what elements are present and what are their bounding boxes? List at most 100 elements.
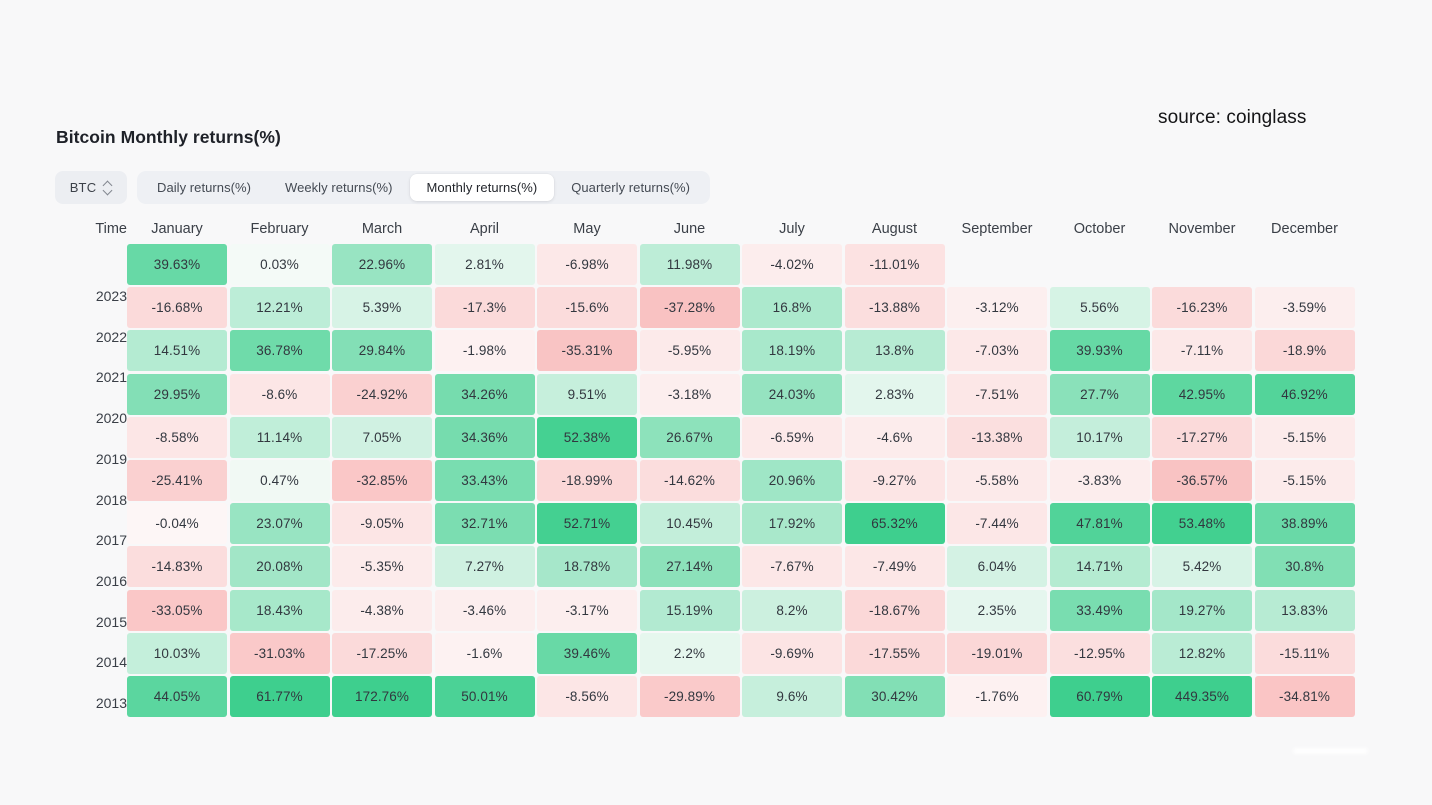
heatmap-cell[interactable]: 0.03%: [229, 244, 330, 285]
heatmap-cell[interactable]: -7.44%: [947, 503, 1047, 545]
heatmap-cell[interactable]: 36.78%: [229, 330, 330, 372]
heatmap-cell[interactable]: 18.43%: [229, 589, 330, 631]
heatmap-cell[interactable]: -25.41%: [127, 460, 227, 501]
heatmap-cell[interactable]: -5.58%: [947, 460, 1047, 501]
heatmap-cell[interactable]: -14.62%: [639, 460, 740, 501]
tab-weekly[interactable]: Weekly returns(%): [268, 174, 410, 201]
heatmap-cell[interactable]: [947, 244, 1047, 285]
heatmap-cell[interactable]: -8.58%: [127, 416, 227, 458]
heatmap-cell[interactable]: -3.12%: [947, 287, 1047, 329]
heatmap-cell[interactable]: 8.2%: [742, 589, 842, 631]
heatmap-cell[interactable]: 15.19%: [639, 589, 740, 631]
heatmap-cell[interactable]: 11.14%: [229, 416, 330, 458]
heatmap-cell[interactable]: 52.71%: [537, 503, 637, 545]
heatmap-cell[interactable]: -7.67%: [742, 546, 842, 588]
heatmap-cell[interactable]: 30.42%: [844, 676, 945, 717]
heatmap-cell[interactable]: -15.11%: [1254, 632, 1355, 674]
heatmap-cell[interactable]: 29.84%: [332, 330, 432, 372]
heatmap-cell[interactable]: 2.81%: [434, 244, 535, 285]
heatmap-cell[interactable]: 10.17%: [1049, 416, 1150, 458]
heatmap-cell[interactable]: 27.14%: [639, 546, 740, 588]
heatmap-cell[interactable]: -5.15%: [1254, 460, 1355, 501]
heatmap-cell[interactable]: -17.55%: [844, 632, 945, 674]
heatmap-cell[interactable]: -7.51%: [947, 373, 1047, 415]
heatmap-cell[interactable]: -16.23%: [1152, 287, 1252, 329]
heatmap-cell[interactable]: 46.92%: [1254, 373, 1355, 415]
heatmap-cell[interactable]: 33.49%: [1049, 589, 1150, 631]
heatmap-cell[interactable]: -5.95%: [639, 330, 740, 372]
heatmap-cell[interactable]: 14.51%: [127, 330, 227, 372]
heatmap-cell[interactable]: -0.04%: [127, 503, 227, 545]
heatmap-cell[interactable]: 18.19%: [742, 330, 842, 372]
heatmap-cell[interactable]: -13.38%: [947, 416, 1047, 458]
heatmap-cell[interactable]: 14.71%: [1049, 546, 1150, 588]
heatmap-cell[interactable]: 10.03%: [127, 632, 227, 674]
heatmap-cell[interactable]: -34.81%: [1254, 676, 1355, 717]
heatmap-cell[interactable]: -5.15%: [1254, 416, 1355, 458]
heatmap-cell[interactable]: 6.04%: [947, 546, 1047, 588]
heatmap-cell[interactable]: -6.98%: [537, 244, 637, 285]
heatmap-cell[interactable]: -18.67%: [844, 589, 945, 631]
heatmap-cell[interactable]: -9.27%: [844, 460, 945, 501]
heatmap-cell[interactable]: 172.76%: [332, 676, 432, 717]
heatmap-cell[interactable]: 0.47%: [229, 460, 330, 501]
heatmap-cell[interactable]: 13.8%: [844, 330, 945, 372]
heatmap-cell[interactable]: 17.92%: [742, 503, 842, 545]
heatmap-cell[interactable]: -33.05%: [127, 589, 227, 631]
heatmap-cell[interactable]: -18.99%: [537, 460, 637, 501]
heatmap-cell[interactable]: -3.83%: [1049, 460, 1150, 501]
heatmap-cell[interactable]: -1.6%: [434, 632, 535, 674]
tab-daily[interactable]: Daily returns(%): [140, 174, 268, 201]
heatmap-cell[interactable]: 26.67%: [639, 416, 740, 458]
heatmap-cell[interactable]: 11.98%: [639, 244, 740, 285]
heatmap-cell[interactable]: 60.79%: [1049, 676, 1150, 717]
heatmap-cell[interactable]: [1255, 244, 1355, 285]
heatmap-cell[interactable]: -19.01%: [947, 632, 1047, 674]
heatmap-cell[interactable]: -3.17%: [537, 589, 637, 631]
heatmap-cell[interactable]: 65.32%: [844, 503, 945, 545]
heatmap-cell[interactable]: -35.31%: [537, 330, 637, 372]
heatmap-cell[interactable]: -1.98%: [434, 330, 535, 372]
heatmap-cell[interactable]: -4.38%: [332, 589, 432, 631]
heatmap-cell[interactable]: -14.83%: [127, 546, 227, 588]
heatmap-cell[interactable]: 30.8%: [1254, 546, 1355, 588]
heatmap-cell[interactable]: -29.89%: [639, 676, 740, 717]
heatmap-cell[interactable]: 38.89%: [1254, 503, 1355, 545]
heatmap-cell[interactable]: -36.57%: [1152, 460, 1252, 501]
heatmap-cell[interactable]: [1152, 244, 1252, 285]
heatmap-cell[interactable]: 2.83%: [844, 373, 945, 415]
heatmap-cell[interactable]: -32.85%: [332, 460, 432, 501]
heatmap-cell[interactable]: 23.07%: [229, 503, 330, 545]
heatmap-cell[interactable]: 13.83%: [1254, 589, 1355, 631]
heatmap-cell[interactable]: -9.69%: [742, 632, 842, 674]
heatmap-cell[interactable]: 7.27%: [434, 546, 535, 588]
heatmap-cell[interactable]: 12.21%: [229, 287, 330, 329]
heatmap-cell[interactable]: -24.92%: [332, 373, 432, 415]
heatmap-cell[interactable]: -37.28%: [639, 287, 740, 329]
heatmap-cell[interactable]: 39.93%: [1049, 330, 1150, 372]
heatmap-cell[interactable]: 2.2%: [639, 632, 740, 674]
tab-quarterly[interactable]: Quarterly returns(%): [554, 174, 707, 201]
heatmap-cell[interactable]: -8.6%: [229, 373, 330, 415]
heatmap-cell[interactable]: 18.78%: [537, 546, 637, 588]
heatmap-cell[interactable]: -17.25%: [332, 632, 432, 674]
heatmap-cell[interactable]: 61.77%: [229, 676, 330, 717]
heatmap-cell[interactable]: 39.46%: [537, 632, 637, 674]
heatmap-cell[interactable]: -15.6%: [537, 287, 637, 329]
heatmap-cell[interactable]: 50.01%: [434, 676, 535, 717]
heatmap-cell[interactable]: 19.27%: [1152, 589, 1252, 631]
heatmap-cell[interactable]: [1050, 244, 1150, 285]
heatmap-cell[interactable]: 29.95%: [127, 373, 227, 415]
heatmap-cell[interactable]: 20.08%: [229, 546, 330, 588]
heatmap-cell[interactable]: 52.38%: [537, 416, 637, 458]
heatmap-cell[interactable]: -4.6%: [844, 416, 945, 458]
heatmap-cell[interactable]: -7.49%: [844, 546, 945, 588]
heatmap-cell[interactable]: 42.95%: [1152, 373, 1252, 415]
heatmap-cell[interactable]: -16.68%: [127, 287, 227, 329]
heatmap-cell[interactable]: 24.03%: [742, 373, 842, 415]
heatmap-cell[interactable]: 2.35%: [947, 589, 1047, 631]
heatmap-cell[interactable]: -7.11%: [1152, 330, 1252, 372]
heatmap-cell[interactable]: 5.39%: [332, 287, 432, 329]
heatmap-cell[interactable]: 27.7%: [1049, 373, 1150, 415]
heatmap-cell[interactable]: 34.36%: [434, 416, 535, 458]
